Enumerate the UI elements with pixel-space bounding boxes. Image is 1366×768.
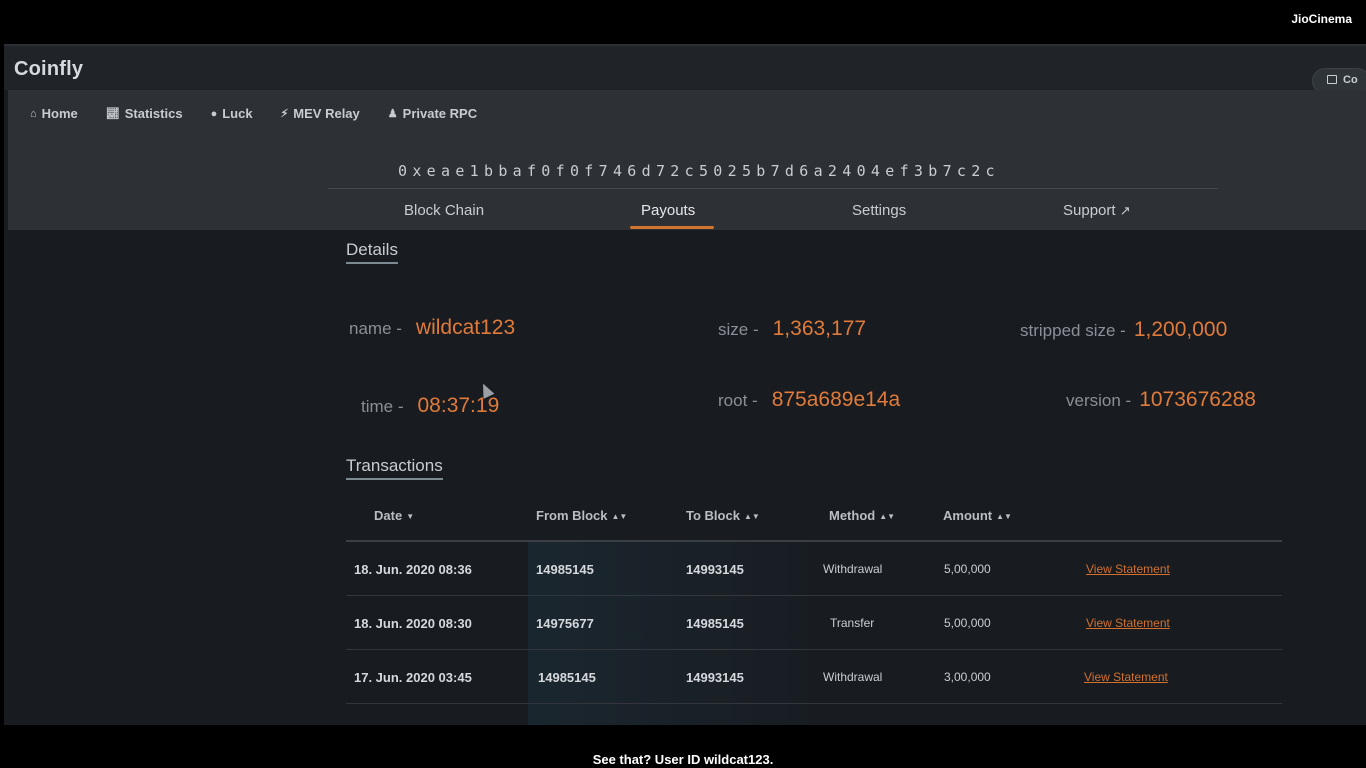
col-method[interactable]: Method ▲▼ (829, 508, 895, 523)
user-lock-icon: ♟ (387, 108, 398, 120)
chart-icon: 📈︎ (105, 108, 120, 120)
channel-watermark: JioCinema (1291, 12, 1352, 26)
nav-statistics[interactable]: 📈︎ Statistics (106, 106, 183, 121)
col-date[interactable]: Date ▼ (374, 508, 414, 523)
table-row: 17. Jun. 2020 03:45 14985145 14993145 Wi… (346, 650, 1282, 704)
main-nav: ⌂ Home 📈︎ Statistics ● Luck ⚡︎ MEV Relay ♟ Pr… (30, 106, 477, 121)
user-id-value: wildcat123 (415, 316, 516, 339)
col-to-block[interactable]: To Block ▲▼ (686, 508, 760, 523)
tab-settings[interactable]: Settings (852, 202, 906, 219)
view-statement-link[interactable]: View Statement (1086, 562, 1170, 576)
field-version: version -1073676288 (1066, 388, 1256, 411)
col-from-block[interactable]: From Block ▲▼ (536, 508, 627, 523)
details-section: Details (346, 240, 1296, 264)
sort-icon: ▲▼ (611, 512, 628, 521)
address-divider (328, 188, 1218, 189)
sort-desc-icon: ▼ (406, 512, 415, 521)
top-bar: Coinfly Co (4, 44, 1366, 94)
field-root: root -875a689e14a (718, 388, 901, 411)
coins-icon: ● (210, 107, 218, 120)
external-link-icon: ↗ (1119, 203, 1131, 218)
app-logo[interactable]: Coinfly (14, 58, 83, 81)
nav-home[interactable]: ⌂ Home (30, 106, 78, 121)
app-screen: Coinfly Co ⌂ Home 📈︎ Statistics ● Luck ⚡︎ ME… (4, 44, 1366, 725)
tab-support[interactable]: Support ↗ (1063, 202, 1131, 219)
view-statement-link[interactable]: View Statement (1086, 616, 1170, 630)
sort-icon: ▲▼ (879, 512, 896, 521)
home-icon: ⌂ (30, 107, 37, 120)
tab-bar: Block Chain Payouts Settings Support ↗ (398, 202, 1158, 230)
sort-icon: ▲▼ (996, 512, 1012, 521)
video-caption: See that? User ID wildcat123. (592, 752, 774, 767)
col-amount[interactable]: Amount ▲▼ (943, 508, 1012, 523)
sort-icon: ▲▼ (743, 512, 760, 521)
bolt-icon: ⚡︎ (280, 108, 289, 120)
table-header: Date ▼ From Block ▲▼ To Block ▲▼ Method ▲▼ A… (346, 492, 1282, 542)
table-body: 18. Jun. 2020 08:36 14985145 14993145 Wi… (346, 542, 1282, 704)
field-stripped-size: stripped size -1,200,000 (1020, 318, 1228, 341)
nav-mev-relay[interactable]: ⚡︎ MEV Relay (281, 106, 360, 121)
table-row: 18. Jun. 2020 08:30 14975677 14985145 Tr… (346, 596, 1282, 650)
nav-private-rpc[interactable]: ♟ Private RPC (388, 106, 477, 121)
active-tab-indicator (630, 226, 714, 229)
table-row: 18. Jun. 2020 08:36 14985145 14993145 Wi… (346, 542, 1282, 596)
field-size: size -1,363,177 (718, 317, 867, 340)
page-header: ⌂ Home 📈︎ Statistics ● Luck ⚡︎ MEV Relay ♟ Pr… (8, 90, 1366, 230)
nav-luck[interactable]: ● Luck (211, 106, 253, 121)
transactions-title: Transactions (346, 456, 443, 480)
transactions-table: Date ▼ From Block ▲▼ To Block ▲▼ Method ▲▼ A… (346, 492, 1282, 725)
field-name: name - wildcat123 (349, 316, 516, 339)
field-time: time -08:37:19 (361, 394, 500, 417)
tab-payouts[interactable]: Payouts (641, 202, 695, 219)
view-statement-link[interactable]: View Statement (1084, 670, 1168, 684)
wallet-icon (1327, 75, 1337, 84)
tab-block-chain[interactable]: Block Chain (404, 202, 484, 219)
wallet-address: 0xeae1bbaf0f0f746d72c5025b7d6a2404ef3b7c… (398, 162, 1000, 180)
details-title: Details (346, 240, 398, 264)
